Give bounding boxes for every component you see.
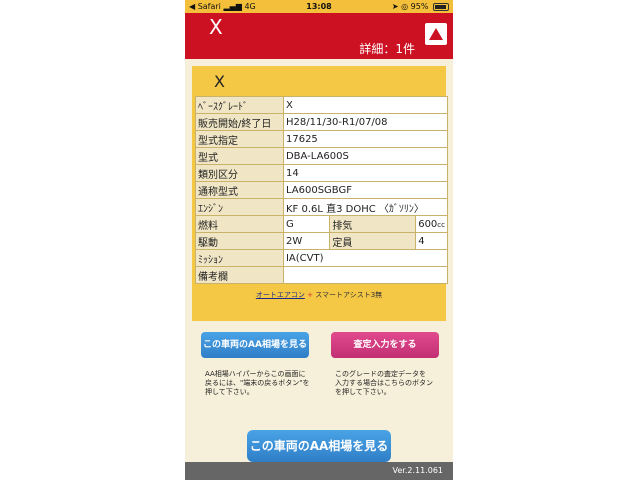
plus-sign: + (307, 291, 313, 299)
spec-label: 定員 (329, 232, 417, 250)
displacement-number: 600 (418, 218, 438, 230)
spec-label: 型式 (195, 147, 284, 165)
spec-value: X (282, 96, 449, 114)
spec-value: 17625 (282, 130, 449, 148)
phone-screen: ◀ Safari ▂▄▆ 4G 13:08 ➤ ◎ 95% X 詳細：1件 X … (185, 0, 453, 480)
table-row: ｴﾝｼﾞﾝ KF 0.6L 直3 DOHC 〈ｶﾞｿﾘﾝ〉 (195, 198, 449, 216)
aa-market-large-button[interactable]: この車両のAA相場を見る (247, 430, 391, 462)
spec-label: 販売開始/終了日 (195, 113, 284, 131)
spec-table: ﾍﾞｰｽｸﾞﾚｰﾄﾞ X 販売開始/終了日 H28/11/30-R1/07/08… (195, 96, 449, 284)
appraisal-input-button[interactable]: 査定入力をする (331, 332, 439, 358)
triangle-up-icon (429, 28, 443, 40)
spec-label: 燃料 (195, 215, 284, 233)
equipment-note: オートエアコン + スマートアシスト3無 (192, 290, 446, 300)
spec-label: 備考欄 (195, 266, 284, 284)
spec-value: DBA-LA600S (282, 147, 449, 165)
table-row: 通称型式 LA600SGBGF (195, 181, 449, 199)
displacement-unit: cc (437, 220, 445, 229)
spec-label: ﾐｯｼｮﾝ (195, 249, 284, 267)
battery-icon (433, 2, 449, 11)
table-row: ﾍﾞｰｽｸﾞﾚｰﾄﾞ X (195, 96, 449, 114)
spec-value: 14 (282, 164, 449, 182)
spec-label: 排気 (329, 215, 417, 233)
table-row: 類別区分 14 (195, 164, 449, 182)
table-row: 型式 DBA-LA600S (195, 147, 449, 165)
alarm-icon: ◎ (401, 2, 409, 11)
auto-aircon-link[interactable]: オートエアコン (256, 291, 305, 299)
page-title: X (209, 15, 223, 39)
spec-label: 駆動 (195, 232, 284, 250)
spec-value: H28/11/30-R1/07/08 (282, 113, 449, 131)
spec-value: LA600SGBGF (282, 181, 449, 199)
footer: Ver.2.11.061 (185, 462, 453, 480)
table-row: 駆動 2W 定員 4 (195, 232, 448, 250)
spec-value: 4 (415, 232, 448, 250)
table-row: 燃料 G 排気 600cc (195, 215, 448, 233)
spec-value: 2W (282, 232, 331, 250)
spec-label: 通称型式 (195, 181, 284, 199)
status-bar: ◀ Safari ▂▄▆ 4G 13:08 ➤ ◎ 95% (185, 0, 453, 13)
equipment-note-text: スマートアシスト3無 (315, 291, 383, 299)
scroll-top-button[interactable] (425, 23, 447, 45)
aa-market-button[interactable]: この車両のAA相場を見る (201, 332, 309, 358)
spec-value: KF 0.6L 直3 DOHC 〈ｶﾞｿﾘﾝ〉 (282, 198, 449, 216)
detail-count: 詳細：1件 (359, 42, 415, 56)
spec-value (282, 266, 449, 284)
spec-label: 類別区分 (195, 164, 284, 182)
version-text: Ver.2.11.061 (392, 466, 444, 475)
displacement-value: 600cc (415, 215, 448, 233)
spec-label: 型式指定 (195, 130, 284, 148)
grade-card: X ﾍﾞｰｽｸﾞﾚｰﾄﾞ X 販売開始/終了日 H28/11/30-R1/07/… (192, 66, 449, 321)
back-instructions: AA相場ハイパーからこの画面に 戻るには、"端末の戻るボタン"を 押して下さい。 (205, 370, 310, 396)
spec-label: ﾍﾞｰｽｸﾞﾚｰﾄﾞ (195, 96, 284, 114)
grade-title: X (214, 72, 225, 91)
battery-percent: 95% (410, 2, 429, 11)
table-row: 備考欄 (195, 266, 449, 284)
spec-value: G (282, 215, 331, 233)
table-row: 販売開始/終了日 H28/11/30-R1/07/08 (195, 113, 449, 131)
spec-label: ｴﾝｼﾞﾝ (195, 198, 284, 216)
location-icon: ➤ (391, 2, 399, 11)
spec-value: IA(CVT) (282, 249, 449, 267)
page-header: X 詳細：1件 (185, 13, 453, 59)
appraisal-instructions: このグレードの査定データを 入力する場合はこちらのボタン を押して下さい。 (335, 370, 433, 396)
table-row: ﾐｯｼｮﾝ IA(CVT) (195, 249, 449, 267)
table-row: 型式指定 17625 (195, 130, 449, 148)
